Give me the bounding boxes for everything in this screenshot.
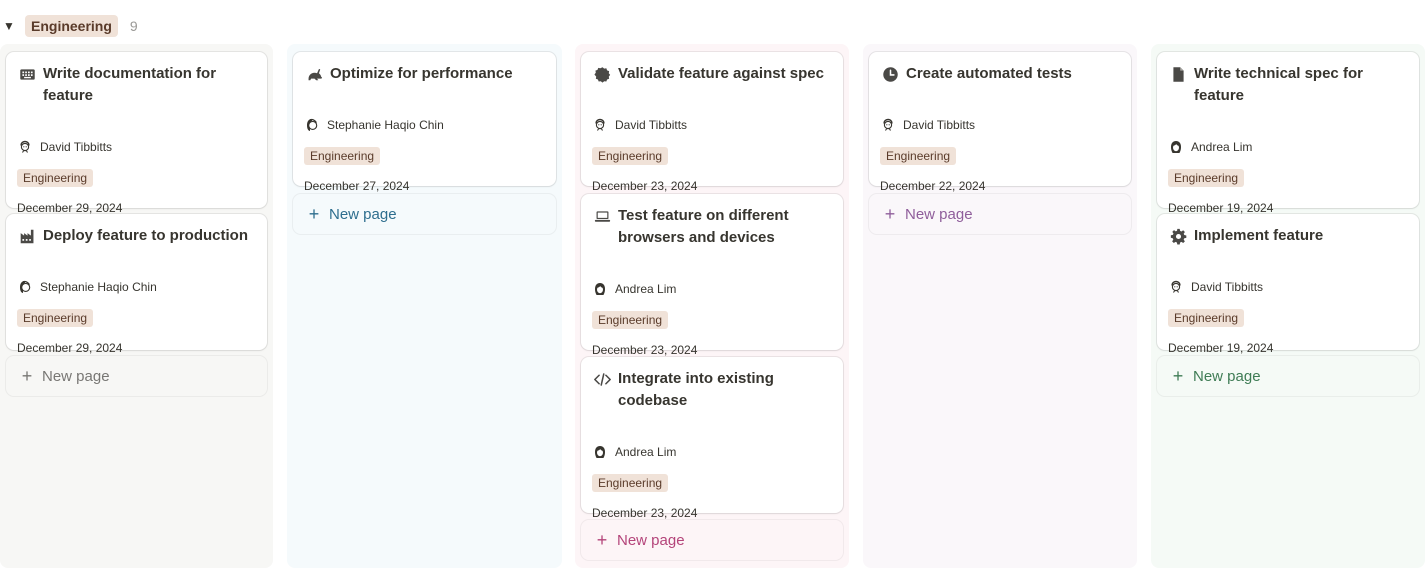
card-title: Test feature on different browsers and d… bbox=[618, 207, 789, 246]
task-card[interactable]: Create automated tests David Tibbitts Engi… bbox=[869, 52, 1131, 193]
task-card[interactable]: Deploy feature to production Stephanie Ha… bbox=[6, 214, 267, 355]
assignee: David Tibbitts bbox=[18, 138, 112, 156]
avatar bbox=[1169, 280, 1183, 294]
assignee-name: David Tibbitts bbox=[615, 118, 688, 132]
board-column: Validate feature against spec David Tibbi… bbox=[575, 44, 849, 568]
new-page-button[interactable]: + New page bbox=[1157, 356, 1419, 396]
assignee: Andrea Lim bbox=[593, 280, 676, 298]
new-page-label: New page bbox=[617, 531, 685, 549]
due-date: December 29, 2024 bbox=[17, 201, 123, 215]
factory-icon bbox=[18, 227, 36, 245]
document-icon bbox=[1169, 65, 1187, 83]
board-column: Write documentation for feature David Tib… bbox=[0, 44, 273, 568]
plus-icon: + bbox=[21, 365, 33, 386]
team-tag: Engineering bbox=[592, 474, 669, 492]
card-title: Integrate into existing codebase bbox=[618, 370, 774, 409]
board-column: Write technical spec for feature Andrea L… bbox=[1151, 44, 1425, 568]
new-page-button[interactable]: + New page bbox=[581, 520, 843, 560]
due-date: December 29, 2024 bbox=[17, 341, 123, 355]
team-tag: Engineering bbox=[592, 147, 669, 165]
due-date: December 23, 2024 bbox=[592, 343, 698, 357]
avatar bbox=[881, 118, 895, 132]
avatar bbox=[593, 445, 607, 459]
team-tag: Engineering bbox=[592, 311, 669, 329]
team-tag: Engineering bbox=[17, 309, 94, 327]
task-card[interactable]: Test feature on different browsers and d… bbox=[581, 194, 843, 357]
avatar bbox=[18, 280, 32, 294]
plus-icon: + bbox=[308, 203, 320, 224]
assignee: Andrea Lim bbox=[1169, 138, 1252, 156]
assignee: Andrea Lim bbox=[593, 443, 676, 461]
task-card[interactable]: Write documentation for feature David Tib… bbox=[6, 52, 267, 215]
task-card[interactable]: Write technical spec for feature Andrea L… bbox=[1157, 52, 1419, 215]
plus-icon: + bbox=[596, 529, 608, 550]
team-tag: Engineering bbox=[1168, 309, 1245, 327]
task-card[interactable]: Validate feature against spec David Tibbi… bbox=[581, 52, 843, 193]
board-column: Create automated tests David Tibbitts Engi… bbox=[863, 44, 1137, 568]
avatar bbox=[305, 118, 319, 132]
assignee-name: Andrea Lim bbox=[615, 445, 677, 459]
keyboard-icon bbox=[18, 65, 36, 83]
assignee: Stephanie Haqio Chin bbox=[305, 116, 444, 134]
new-page-button[interactable]: + New page bbox=[869, 194, 1131, 234]
clock-icon bbox=[881, 65, 899, 83]
assignee: David Tibbitts bbox=[881, 116, 975, 134]
avatar bbox=[1169, 140, 1183, 154]
avatar bbox=[593, 118, 607, 132]
due-date: December 19, 2024 bbox=[1168, 341, 1274, 355]
avatar bbox=[18, 140, 32, 154]
code-icon bbox=[593, 370, 611, 388]
due-date: December 22, 2024 bbox=[880, 179, 986, 193]
assignee: Stephanie Haqio Chin bbox=[18, 278, 157, 296]
new-page-label: New page bbox=[1193, 367, 1261, 385]
card-title: Optimize for performance bbox=[330, 65, 513, 82]
task-card[interactable]: Integrate into existing codebase Andrea L… bbox=[581, 357, 843, 520]
due-date: December 27, 2024 bbox=[304, 179, 410, 193]
assignee-name: Stephanie Haqio Chin bbox=[40, 280, 157, 294]
team-tag: Engineering bbox=[1168, 169, 1245, 187]
card-title: Write documentation for feature bbox=[43, 65, 217, 104]
group-header: ▼ Engineering 9 bbox=[0, 14, 138, 38]
task-card[interactable]: Implement feature David Tibbitts Engineeri… bbox=[1157, 214, 1419, 355]
assignee-name: Andrea Lim bbox=[1191, 140, 1253, 154]
team-tag: Engineering bbox=[17, 169, 94, 187]
new-page-button[interactable]: + New page bbox=[293, 194, 556, 234]
new-page-label: New page bbox=[329, 205, 397, 223]
card-title: Write technical spec for feature bbox=[1194, 65, 1363, 104]
assignee: David Tibbitts bbox=[1169, 278, 1263, 296]
card-title: Deploy feature to production bbox=[43, 227, 249, 244]
collapse-toggle[interactable]: ▼ bbox=[0, 19, 19, 33]
laptop-icon bbox=[593, 207, 611, 225]
due-date: December 19, 2024 bbox=[1168, 201, 1274, 215]
new-page-button[interactable]: + New page bbox=[6, 356, 267, 396]
rabbit-icon bbox=[305, 65, 323, 83]
badge-icon bbox=[593, 65, 611, 83]
assignee-name: Andrea Lim bbox=[615, 282, 677, 296]
assignee-name: David Tibbitts bbox=[40, 140, 113, 154]
new-page-label: New page bbox=[905, 205, 973, 223]
gear-icon bbox=[1169, 227, 1187, 245]
assignee-name: David Tibbitts bbox=[903, 118, 976, 132]
assignee-name: David Tibbitts bbox=[1191, 280, 1264, 294]
group-label: Engineering bbox=[25, 15, 118, 37]
card-title: Implement feature bbox=[1194, 227, 1324, 244]
assignee: David Tibbitts bbox=[593, 116, 687, 134]
avatar bbox=[593, 282, 607, 296]
team-tag: Engineering bbox=[304, 147, 381, 165]
due-date: December 23, 2024 bbox=[592, 179, 698, 193]
assignee-name: Stephanie Haqio Chin bbox=[327, 118, 444, 132]
plus-icon: + bbox=[1172, 365, 1184, 386]
team-tag: Engineering bbox=[880, 147, 957, 165]
plus-icon: + bbox=[884, 203, 896, 224]
board-column: Optimize for performance Stephanie Haqio … bbox=[287, 44, 562, 568]
new-page-label: New page bbox=[42, 367, 110, 385]
card-title: Validate feature against spec bbox=[618, 65, 824, 82]
group-count: 9 bbox=[129, 18, 138, 34]
card-title: Create automated tests bbox=[906, 65, 1072, 82]
due-date: December 23, 2024 bbox=[592, 506, 698, 520]
task-card[interactable]: Optimize for performance Stephanie Haqio … bbox=[293, 52, 556, 193]
